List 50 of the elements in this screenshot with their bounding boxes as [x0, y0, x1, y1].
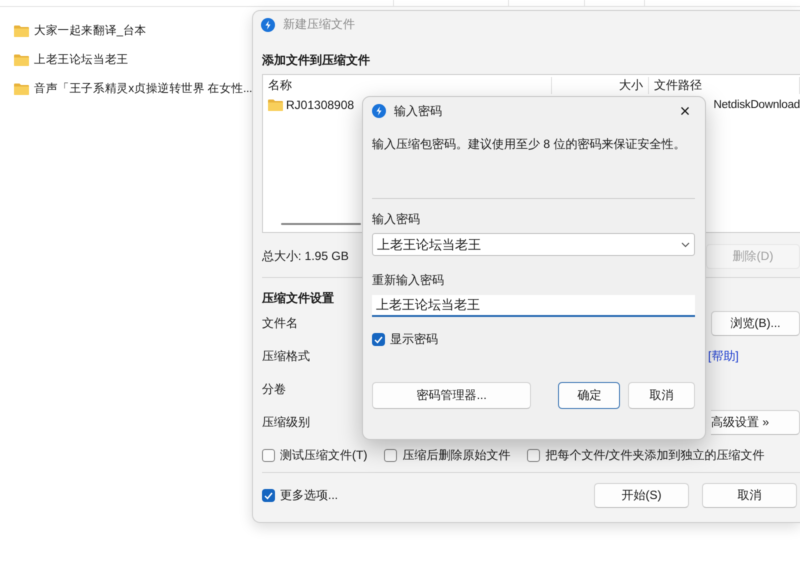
file-name[interactable]: 上老王论坛当老王 — [34, 52, 128, 67]
field-label: 文件名 — [262, 315, 298, 332]
file-path: NetdiskDownload — [714, 99, 800, 111]
checkbox[interactable] — [372, 333, 385, 346]
column-header[interactable]: 名称 — [263, 76, 552, 94]
close-button[interactable]: × — [675, 101, 695, 121]
combobox-value: 上老王论坛当老王 — [377, 236, 481, 254]
folder-icon — [14, 24, 29, 36]
dialog-title: 输入密码 — [394, 102, 442, 120]
advanced-settings-button[interactable]: 高级设置 » — [711, 410, 800, 435]
field-label: 输入密码 — [372, 211, 421, 228]
scrollbar[interactable] — [281, 223, 361, 225]
column-header[interactable]: 文件路径 — [649, 76, 800, 94]
checkbox-label: 把每个文件/文件夹添加到独立的压缩文件 — [545, 446, 765, 464]
cancel-button[interactable]: 取消 — [628, 382, 695, 409]
checkbox-label: 测试压缩文件(T) — [280, 446, 368, 464]
app-icon — [261, 18, 275, 32]
checkbox[interactable] — [262, 489, 275, 502]
checkbox[interactable] — [527, 448, 540, 462]
cancel-button[interactable]: 取消 — [702, 483, 797, 508]
folder-icon — [14, 82, 29, 94]
folder-icon — [268, 99, 283, 111]
checkbox-label: 显示密码 — [390, 331, 438, 348]
help-link[interactable]: [帮助] — [708, 348, 739, 365]
app-icon — [372, 104, 386, 118]
checkbox-label: 压缩后删除原始文件 — [402, 446, 510, 464]
settings-title: 压缩文件设置 — [262, 290, 334, 307]
field-label: 压缩格式 — [262, 348, 310, 365]
folder-icon — [14, 54, 29, 66]
window-title: 新建压缩文件 — [283, 16, 355, 33]
ok-button[interactable]: 确定 — [558, 382, 620, 409]
checkbox[interactable] — [384, 448, 398, 462]
start-button[interactable]: 开始(S) — [594, 483, 689, 508]
field-label: 压缩级别 — [262, 414, 310, 431]
chevron-down-icon[interactable] — [681, 242, 690, 248]
file-name[interactable]: 音声「王子系精灵x贞操逆转世界 在女性... — [34, 81, 252, 96]
password-combobox[interactable]: 上老王论坛当老王 — [372, 233, 695, 256]
password-manager-button[interactable]: 密码管理器... — [372, 382, 532, 409]
dialog-message: 输入压缩包密码。建议使用至少 8 位的密码来保证安全性。 — [372, 136, 686, 153]
browse-button[interactable]: 浏览(B)... — [711, 311, 800, 336]
file-name[interactable]: RJ01308908 — [286, 98, 354, 112]
checkbox[interactable] — [262, 448, 275, 462]
column-header[interactable]: 大小 — [552, 76, 649, 94]
total-size: 总大小: 1.95 GB — [262, 248, 349, 264]
field-label: 重新输入密码 — [372, 272, 445, 289]
file-name[interactable]: 大家一起来翻译_台本 — [34, 23, 146, 38]
password-input[interactable]: 上老王论坛当老王 — [372, 295, 695, 317]
checkbox-label: 更多选项... — [280, 487, 338, 504]
field-label: 分卷 — [262, 381, 286, 398]
section-title: 添加文件到压缩文件 — [261, 52, 371, 69]
